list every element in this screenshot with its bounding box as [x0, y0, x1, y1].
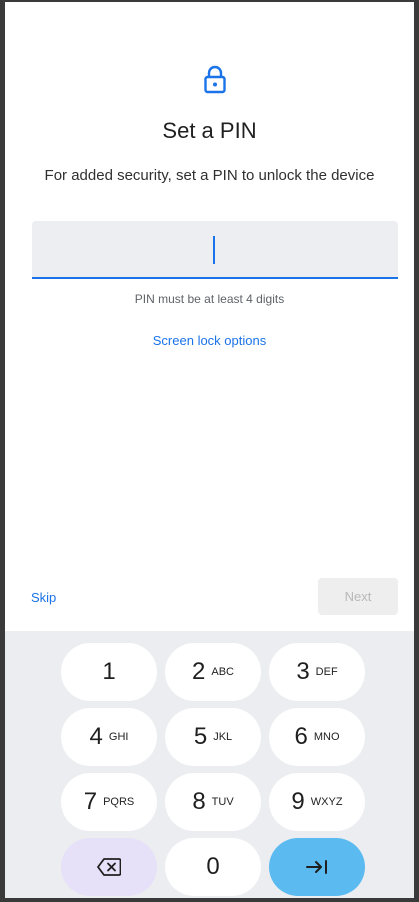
key-7[interactable]: 7 PQRS — [61, 773, 157, 831]
skip-button[interactable]: Skip — [31, 590, 56, 605]
backspace-icon — [97, 858, 121, 876]
next-button[interactable]: Next — [318, 578, 398, 615]
screen-lock-options-link[interactable]: Screen lock options — [5, 333, 414, 348]
key-1[interactable]: 1 — [61, 643, 157, 701]
key-8[interactable]: 8 TUV — [165, 773, 261, 831]
key-4[interactable]: 4 GHI — [61, 708, 157, 766]
key-3[interactable]: 3 DEF — [269, 643, 365, 701]
lock-icon — [204, 65, 226, 94]
key-6[interactable]: 6 MNO — [269, 708, 365, 766]
enter-key[interactable] — [269, 838, 365, 896]
page-subtitle: For added security, set a PIN to unlock … — [44, 167, 375, 184]
text-cursor — [213, 236, 215, 264]
phone-screen: Set a PIN For added security, set a PIN … — [0, 0, 419, 902]
key-0[interactable]: 0 — [165, 838, 261, 896]
key-5[interactable]: 5 JKL — [165, 708, 261, 766]
tab-arrow-icon — [306, 860, 327, 874]
pin-input[interactable] — [32, 221, 398, 279]
key-9[interactable]: 9 WXYZ — [269, 773, 365, 831]
numeric-keypad: 1 2 ABC 3 DEF 4 GHI 5 JKL 6 MNO 7 PQRS 8 — [5, 631, 414, 898]
backspace-key[interactable] — [61, 838, 157, 896]
pin-hint: PIN must be at least 4 digits — [134, 292, 285, 306]
key-2[interactable]: 2 ABC — [165, 643, 261, 701]
page-title: Set a PIN — [162, 118, 257, 143]
